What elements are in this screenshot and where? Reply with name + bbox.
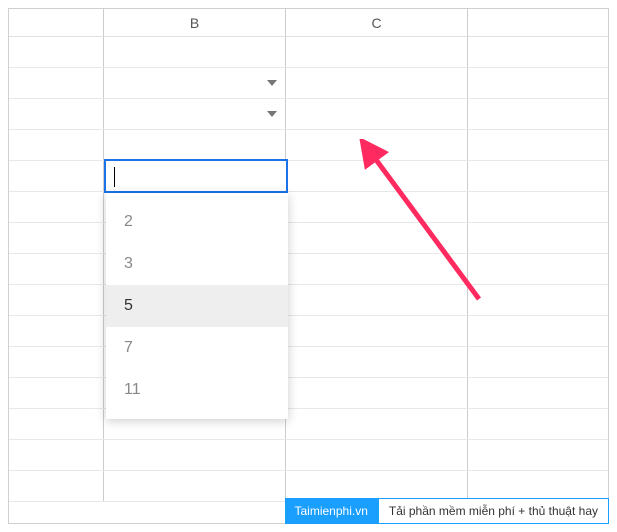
row xyxy=(9,409,608,440)
spreadsheet: B C xyxy=(9,9,608,523)
cell[interactable] xyxy=(9,161,104,191)
cell[interactable] xyxy=(468,471,608,501)
cell[interactable] xyxy=(468,347,608,377)
cell[interactable] xyxy=(286,254,468,284)
cell[interactable] xyxy=(9,254,104,284)
cell[interactable] xyxy=(468,99,608,129)
column-header-c[interactable]: C xyxy=(286,9,468,36)
cell[interactable] xyxy=(9,192,104,222)
row xyxy=(9,285,608,316)
cell[interactable] xyxy=(9,316,104,346)
active-cell[interactable] xyxy=(104,159,288,193)
cell[interactable] xyxy=(468,409,608,439)
cell[interactable] xyxy=(468,37,608,67)
column-header-b[interactable]: B xyxy=(104,9,286,36)
grid-body xyxy=(9,37,608,502)
column-spacer xyxy=(468,9,608,36)
cell[interactable] xyxy=(286,192,468,222)
cell[interactable] xyxy=(286,471,468,501)
cell[interactable] xyxy=(468,316,608,346)
cell[interactable] xyxy=(104,440,286,470)
cell[interactable] xyxy=(286,130,468,160)
cell[interactable] xyxy=(104,471,286,501)
tagline-label: Tải phần mềm miễn phí + thủ thuật hay xyxy=(378,498,609,524)
cell[interactable] xyxy=(9,378,104,408)
cell[interactable] xyxy=(9,37,104,67)
cell[interactable] xyxy=(286,285,468,315)
cell[interactable] xyxy=(468,68,608,98)
cell[interactable] xyxy=(286,409,468,439)
cell[interactable] xyxy=(104,37,286,67)
cell[interactable] xyxy=(468,440,608,470)
row xyxy=(9,192,608,223)
cell[interactable] xyxy=(468,192,608,222)
dropdown-list: 2 3 5 7 11 xyxy=(106,193,288,419)
text-cursor-icon xyxy=(114,167,115,187)
dropdown-item[interactable]: 2 xyxy=(106,201,288,243)
cell[interactable] xyxy=(286,99,468,129)
cell[interactable] xyxy=(286,68,468,98)
cell[interactable] xyxy=(9,68,104,98)
cell[interactable] xyxy=(468,161,608,191)
footer-badge: Taimienphi.vn Tải phần mềm miễn phí + th… xyxy=(285,498,610,524)
cell[interactable] xyxy=(286,37,468,67)
cell[interactable] xyxy=(9,285,104,315)
cell[interactable] xyxy=(468,130,608,160)
screenshot-frame: B C xyxy=(8,8,609,524)
cell[interactable] xyxy=(286,440,468,470)
row xyxy=(9,99,608,130)
cell[interactable] xyxy=(286,316,468,346)
dropdown-item[interactable]: 3 xyxy=(106,243,288,285)
cell[interactable] xyxy=(468,254,608,284)
cell[interactable] xyxy=(9,409,104,439)
cell[interactable] xyxy=(468,285,608,315)
row xyxy=(9,316,608,347)
cell-input[interactable] xyxy=(106,161,286,191)
cell[interactable] xyxy=(286,223,468,253)
dropdown-arrow-icon[interactable] xyxy=(267,111,277,117)
cell[interactable] xyxy=(104,68,286,98)
cell[interactable] xyxy=(104,130,286,160)
row xyxy=(9,130,608,161)
cell[interactable] xyxy=(9,223,104,253)
row xyxy=(9,68,608,99)
cell[interactable] xyxy=(9,347,104,377)
cell[interactable] xyxy=(286,161,468,191)
dropdown-item[interactable]: 5 xyxy=(106,285,288,327)
row xyxy=(9,223,608,254)
cell[interactable] xyxy=(286,378,468,408)
cell[interactable] xyxy=(286,347,468,377)
cell[interactable] xyxy=(104,99,286,129)
row xyxy=(9,347,608,378)
brand-label: Taimienphi.vn xyxy=(285,498,378,524)
cell[interactable] xyxy=(9,99,104,129)
cell[interactable] xyxy=(468,378,608,408)
cell[interactable] xyxy=(9,440,104,470)
row xyxy=(9,254,608,285)
cell[interactable] xyxy=(468,223,608,253)
row xyxy=(9,161,608,192)
column-headers: B C xyxy=(9,9,608,37)
dropdown-item[interactable]: 7 xyxy=(106,327,288,369)
row xyxy=(9,378,608,409)
column-corner xyxy=(9,9,104,36)
cell[interactable] xyxy=(9,130,104,160)
dropdown-arrow-icon[interactable] xyxy=(267,80,277,86)
row xyxy=(9,37,608,68)
cell[interactable] xyxy=(9,471,104,501)
row xyxy=(9,440,608,471)
dropdown-item[interactable]: 11 xyxy=(106,369,288,411)
